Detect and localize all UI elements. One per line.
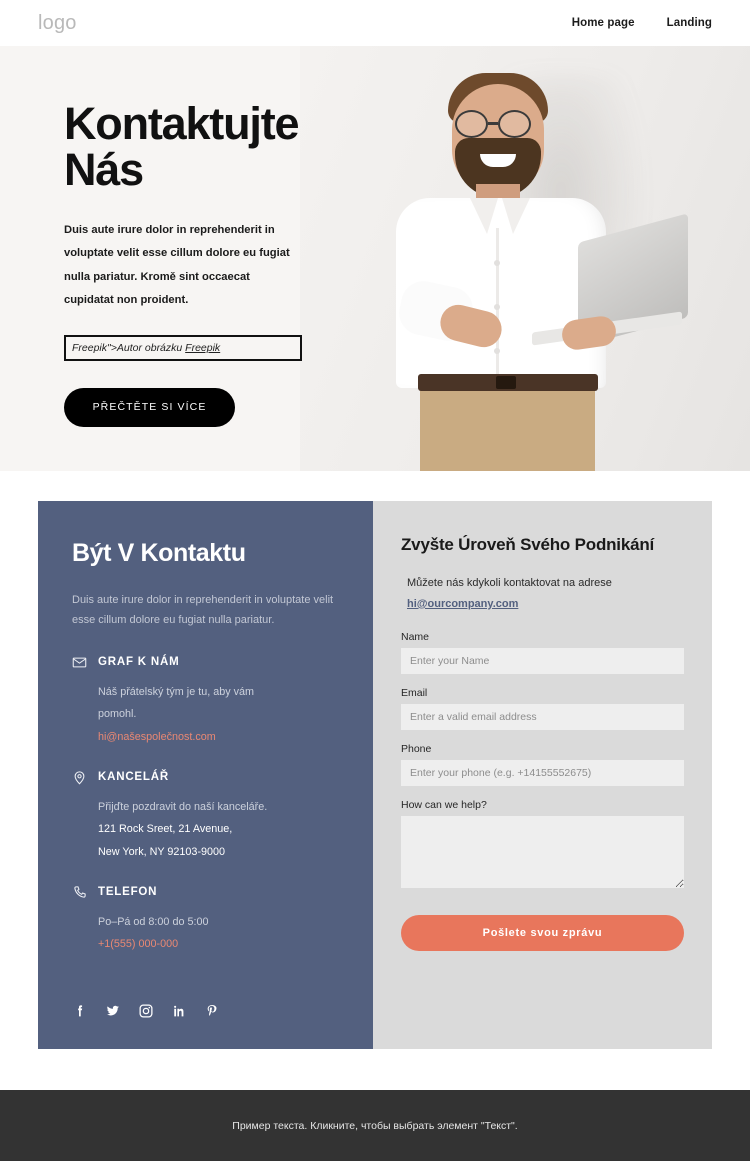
contact-block-header: GRAF K NÁM bbox=[72, 655, 339, 670]
contact-block-phone: TELEFON Po–Pá od 8:00 do 5:00 +1(555) 00… bbox=[72, 885, 339, 956]
form-intro-text: Můžete nás kdykoli kontaktovat na adrese bbox=[407, 577, 612, 589]
contact-line: Po–Pá od 8:00 do 5:00 bbox=[98, 915, 209, 928]
contact-block-office: KANCELÁŘ Přijďte pozdravit do naší kance… bbox=[72, 770, 339, 864]
contact-block-body: Po–Pá od 8:00 do 5:00 +1(555) 000-000 bbox=[72, 911, 339, 956]
photo-shirt-button bbox=[494, 304, 500, 310]
main-navigation: Home page Landing bbox=[572, 17, 712, 29]
contact-block-title: KANCELÁŘ bbox=[98, 771, 169, 784]
social-links bbox=[72, 1003, 339, 1019]
field-message: How can we help? bbox=[401, 799, 684, 893]
field-phone: Phone bbox=[401, 743, 684, 786]
photo-glasses-right bbox=[498, 110, 531, 138]
contact-line: Náš přátelský tým je tu, aby vám bbox=[98, 685, 255, 698]
contact-block-title: TELEFON bbox=[98, 886, 158, 899]
logo[interactable]: logo bbox=[38, 12, 77, 35]
field-email: Email bbox=[401, 687, 684, 730]
hero-copy: Kontaktujte Nás Duis aute irure dolor in… bbox=[64, 101, 364, 427]
field-label-email: Email bbox=[401, 686, 428, 699]
email-input[interactable] bbox=[401, 703, 684, 730]
phone-input[interactable] bbox=[401, 759, 684, 786]
pinterest-icon[interactable] bbox=[204, 1003, 220, 1019]
photo-collar-left bbox=[470, 198, 498, 234]
photo-belt-buckle bbox=[496, 376, 516, 389]
contact-email-link[interactable]: hi@našespolečnost.com bbox=[98, 726, 339, 749]
hero-photo bbox=[300, 46, 750, 471]
contact-address-line: New York, NY 92103-9000 bbox=[98, 846, 226, 859]
twitter-icon[interactable] bbox=[105, 1003, 121, 1019]
contact-form-panel: Zvyšte Úroveň Svého Podnikání Můžete nás… bbox=[373, 501, 712, 1049]
form-intro: Můžete nás kdykoli kontaktovat na adrese… bbox=[407, 573, 684, 615]
field-label-message: How can we help? bbox=[401, 798, 487, 811]
field-label-name: Name bbox=[401, 630, 430, 643]
contact-block-email: GRAF K NÁM Náš přátelský tým je tu, aby … bbox=[72, 655, 339, 749]
read-more-button[interactable]: PŘEČTĚTE SI VÍCE bbox=[64, 387, 235, 427]
envelope-icon bbox=[72, 655, 87, 670]
site-header: logo Home page Landing bbox=[0, 0, 750, 46]
contact-block-body: Náš přátelský tým je tu, aby vám pomohl.… bbox=[72, 681, 339, 749]
photo-collar-right bbox=[502, 198, 530, 234]
contact-line: Přijďte pozdravit do naší kanceláře. bbox=[98, 800, 268, 813]
image-credit-link[interactable]: Freepik bbox=[185, 342, 220, 354]
photo-trousers bbox=[420, 382, 595, 471]
contact-section: Být V Kontaktu Duis aute irure dolor in … bbox=[0, 501, 750, 1049]
photo-shirt-button bbox=[494, 348, 500, 354]
get-in-touch-panel: Být V Kontaktu Duis aute irure dolor in … bbox=[38, 501, 373, 1049]
contact-block-body: Přijďte pozdravit do naší kanceláře. 121… bbox=[72, 796, 339, 864]
photo-shirt-button bbox=[494, 260, 500, 266]
photo-glasses-bridge bbox=[488, 122, 498, 125]
site-footer: Пример текста. Кликните, чтобы выбрать э… bbox=[0, 1090, 750, 1161]
footer-text[interactable]: Пример текста. Кликните, чтобы выбрать э… bbox=[232, 1120, 517, 1132]
map-pin-icon bbox=[72, 770, 87, 785]
contact-block-title: GRAF K NÁM bbox=[98, 656, 180, 669]
facebook-icon[interactable] bbox=[72, 1003, 88, 1019]
contact-block-header: TELEFON bbox=[72, 885, 339, 900]
phone-icon bbox=[72, 885, 87, 900]
field-name: Name bbox=[401, 631, 684, 674]
panel-title: Být V Kontaktu bbox=[72, 539, 246, 567]
contact-phone-link[interactable]: +1(555) 000-000 bbox=[98, 933, 339, 956]
contact-block-header: KANCELÁŘ bbox=[72, 770, 339, 785]
form-intro-email-link[interactable]: hi@ourcompany.com bbox=[407, 594, 684, 615]
contact-address-line: 121 Rock Sreet, 21 Avenue, bbox=[98, 823, 233, 836]
contact-panels: Být V Kontaktu Duis aute irure dolor in … bbox=[38, 501, 712, 1049]
form-title: Zvyšte Úroveň Svého Podnikání bbox=[401, 535, 655, 554]
message-textarea[interactable] bbox=[401, 815, 684, 888]
hero-paragraph: Duis aute irure dolor in reprehenderit i… bbox=[64, 223, 290, 307]
instagram-icon[interactable] bbox=[138, 1003, 154, 1019]
hero-section: Kontaktujte Nás Duis aute irure dolor in… bbox=[0, 46, 750, 471]
photo-glasses-left bbox=[455, 110, 488, 138]
image-credit-prefix: Freepik">Autor obrázku bbox=[72, 341, 186, 354]
contact-line: pomohl. bbox=[98, 708, 137, 721]
name-input[interactable] bbox=[401, 647, 684, 674]
linkedin-icon[interactable] bbox=[171, 1003, 187, 1019]
field-label-phone: Phone bbox=[401, 742, 432, 755]
nav-landing[interactable]: Landing bbox=[667, 17, 712, 29]
hero-title: Kontaktujte Nás bbox=[64, 98, 300, 195]
image-credit-box[interactable]: Freepik">Autor obrázku Freepik bbox=[64, 334, 302, 361]
panel-subtitle: Duis aute irure dolor in reprehenderit i… bbox=[72, 594, 334, 627]
submit-message-button[interactable]: Pošlete svou zprávu bbox=[401, 914, 684, 951]
nav-home-page[interactable]: Home page bbox=[572, 17, 635, 29]
